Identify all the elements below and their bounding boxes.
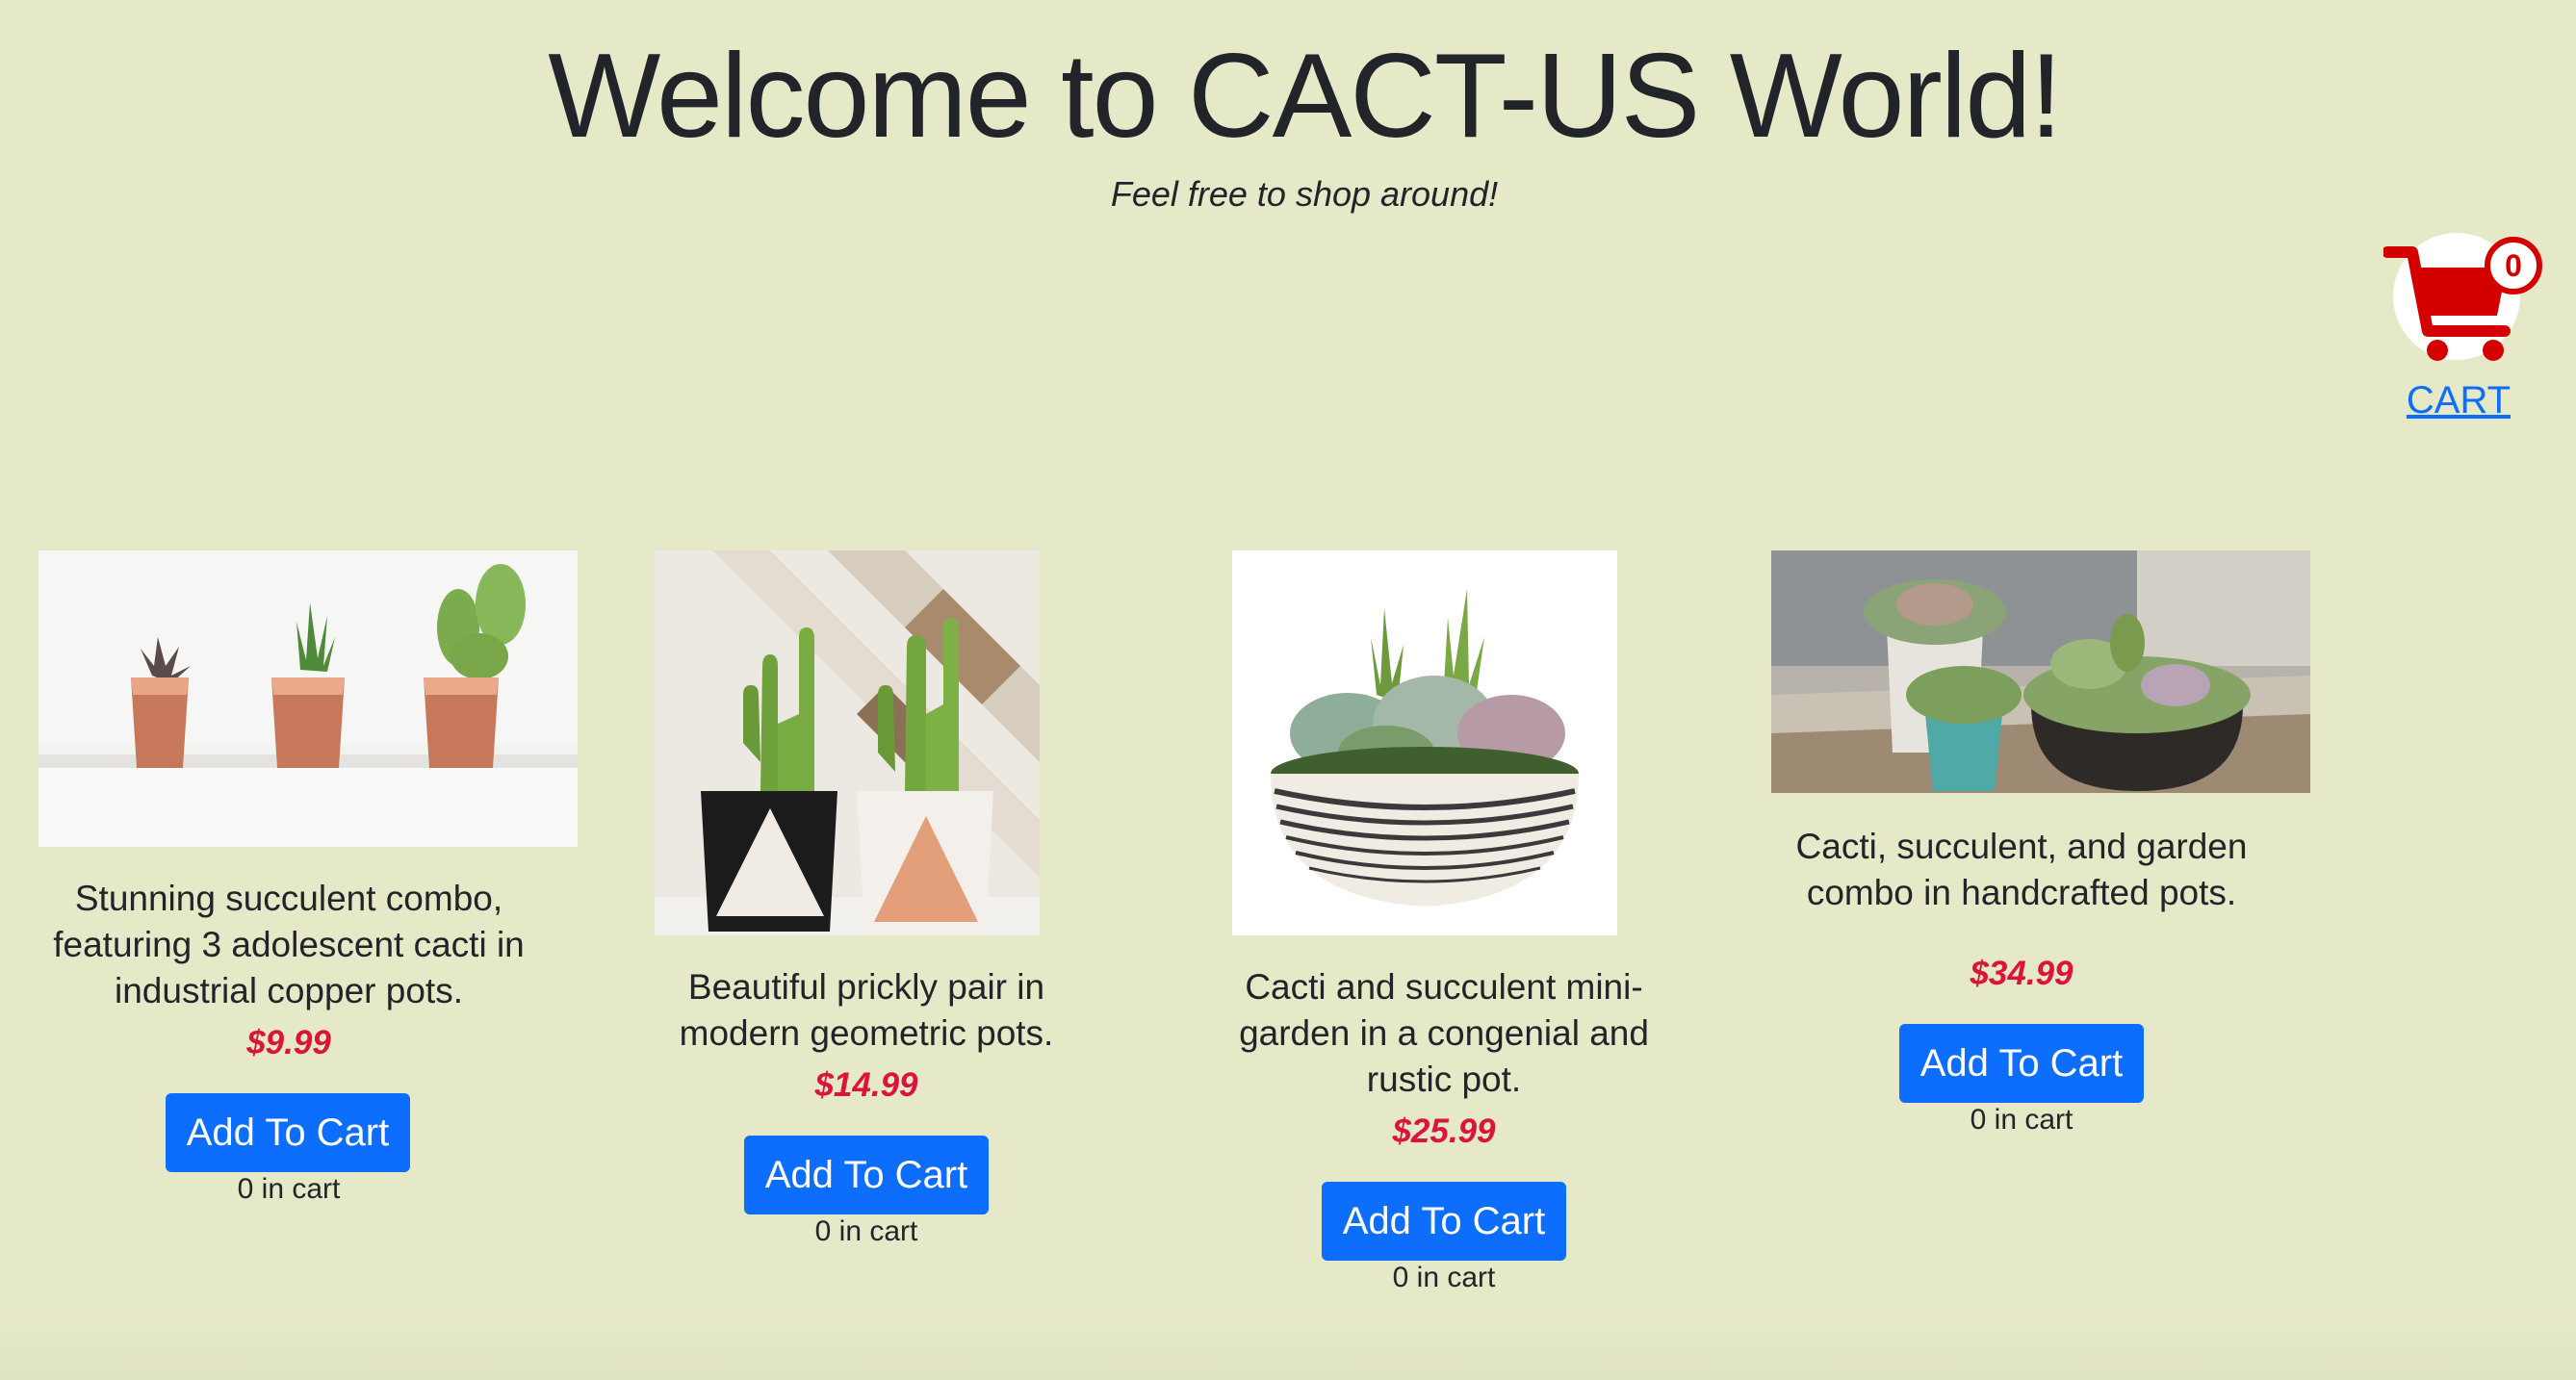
product-image-1 — [39, 550, 578, 847]
product-price-2: $14.99 — [814, 1066, 918, 1104]
add-to-cart-button-1[interactable]: Add To Cart — [166, 1093, 410, 1172]
page-bottom-shadow — [0, 1313, 2576, 1380]
add-to-cart-button-2[interactable]: Add To Cart — [744, 1136, 989, 1214]
product-cart-count-3: 0 in cart — [1392, 1262, 1496, 1293]
cart-widget[interactable]: 0 CART — [2383, 223, 2542, 430]
product-cart-count-4: 0 in cart — [1970, 1104, 2074, 1136]
page-subtitle: Feel free to shop around! — [1110, 174, 1499, 214]
product-cart-count-2: 0 in cart — [814, 1215, 918, 1247]
product-description-4: Cacti, succulent, and garden combo in ha… — [1795, 827, 2248, 912]
product-description-1: Stunning succulent combo, featuring 3 ad… — [53, 879, 525, 1010]
product-image-3 — [1232, 550, 1617, 935]
add-to-cart-button-3[interactable]: Add To Cart — [1322, 1182, 1566, 1261]
product-description-3: Cacti and succulent mini-garden in a con… — [1239, 967, 1649, 1099]
product-image-2 — [655, 550, 1040, 935]
add-to-cart-button-4[interactable]: Add To Cart — [1899, 1024, 2144, 1103]
cart-count-badge: 0 — [2485, 237, 2542, 294]
product-price-1: $9.99 — [246, 1024, 331, 1061]
product-image-4 — [1771, 550, 2310, 793]
page-title: Welcome to CACT-US World! — [548, 30, 2063, 163]
cart-link[interactable]: CART — [2383, 379, 2534, 422]
product-price-3: $25.99 — [1392, 1112, 1496, 1150]
product-description-2: Beautiful prickly pair in modern geometr… — [679, 967, 1054, 1053]
product-price-4: $34.99 — [1970, 955, 2074, 992]
product-cart-count-1: 0 in cart — [237, 1173, 341, 1205]
